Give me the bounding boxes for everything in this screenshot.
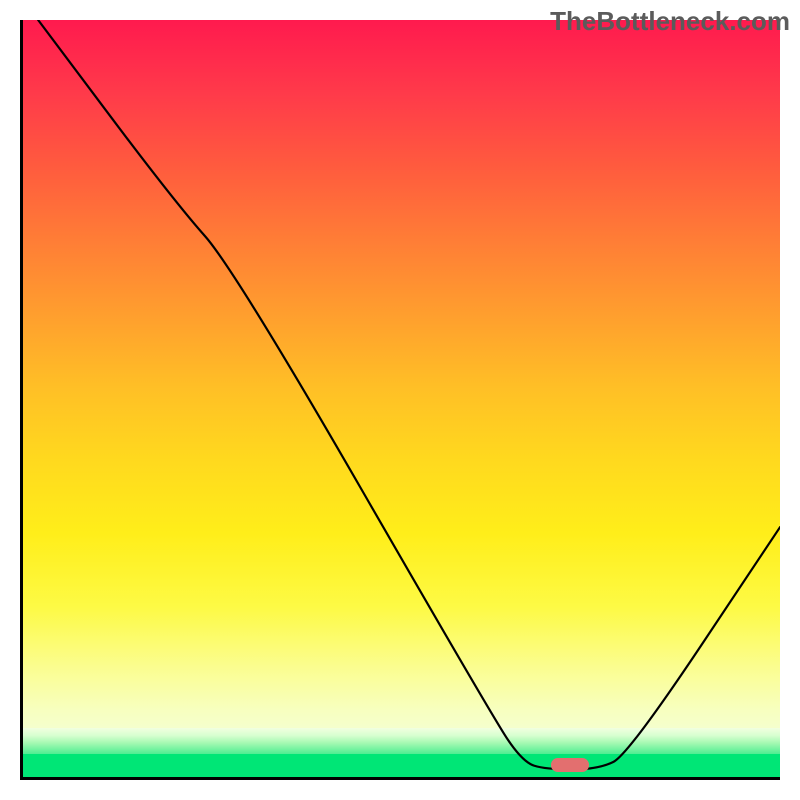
chart-container: TheBottleneck.com <box>0 0 800 800</box>
bottleneck-curve-path <box>38 20 780 769</box>
curve-svg <box>23 20 780 777</box>
plot-area <box>20 20 780 780</box>
watermark-text: TheBottleneck.com <box>550 6 790 37</box>
optimal-marker <box>551 758 589 772</box>
